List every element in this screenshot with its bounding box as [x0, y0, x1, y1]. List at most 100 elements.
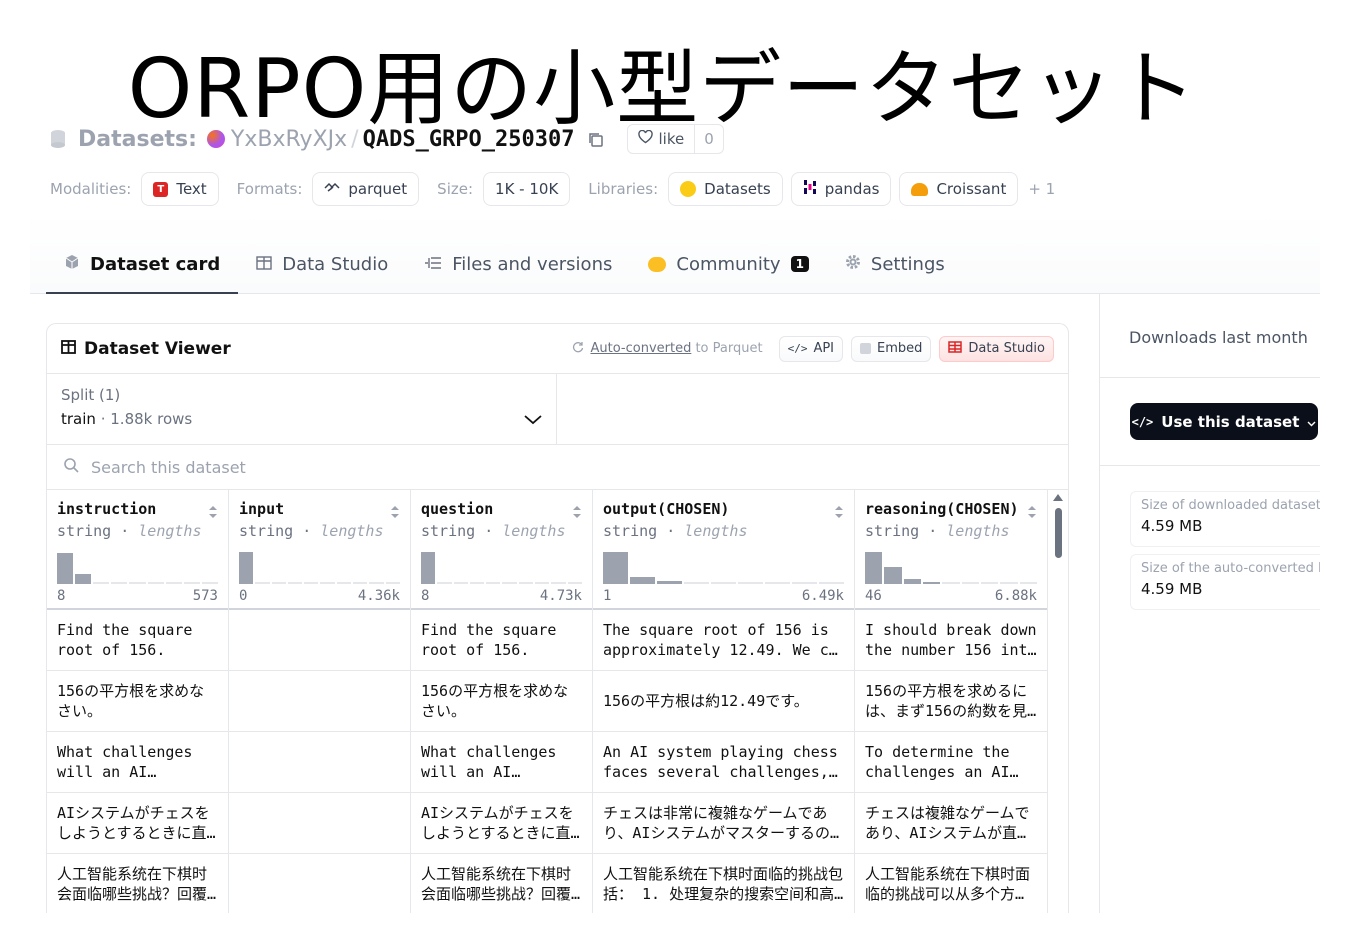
column-header[interactable]: output(CHOSEN) string · lengths 1 6.49k: [593, 490, 854, 610]
tab-data-studio[interactable]: Data Studio: [238, 235, 406, 293]
tag-library-pandas[interactable]: pandas: [790, 172, 892, 206]
length-histogram[interactable]: [865, 550, 1037, 584]
scroll-thumb[interactable]: [1055, 508, 1062, 558]
sort-icon[interactable]: [390, 504, 400, 523]
histogram-bar[interactable]: [684, 582, 709, 584]
more-libraries[interactable]: + 1: [1028, 180, 1055, 198]
scroll-up-arrow-icon[interactable]: [1053, 494, 1063, 501]
histogram-bar[interactable]: [1019, 582, 1037, 584]
sort-icon[interactable]: [834, 504, 844, 523]
histogram-bar[interactable]: [165, 582, 182, 584]
histogram-bar[interactable]: [486, 582, 501, 584]
column-header[interactable]: reasoning(CHOSEN) string · lengths 46 6.88k: [855, 490, 1047, 610]
table-cell[interactable]: AIシステムがチェスをしようとするときに直…: [411, 793, 592, 854]
table-cell[interactable]: 人工智能系统在下棋时面临的挑战包括： 1. 处理复杂的搜索空间和高…: [593, 854, 854, 913]
histogram-bar[interactable]: [765, 582, 790, 584]
column-header[interactable]: input string · lengths 0 4.36k: [229, 490, 410, 610]
table-cell[interactable]: 156の平方根は約12.49です。: [593, 671, 854, 732]
sort-icon[interactable]: [572, 504, 582, 523]
column-header[interactable]: question string · lengths 8 4.73k: [411, 490, 592, 610]
histogram-bar[interactable]: [535, 582, 550, 584]
length-histogram[interactable]: [421, 550, 582, 584]
table-cell[interactable]: 人工智能系统在下棋时会面临哪些挑战？回覆…: [47, 854, 228, 913]
table-cell[interactable]: What challenges will an AI system…: [47, 732, 228, 793]
histogram-bar[interactable]: [320, 582, 335, 584]
table-cell[interactable]: 人工智能系统在下棋时面临的挑战可以从多个方…: [855, 854, 1047, 913]
histogram-bar[interactable]: [255, 582, 270, 584]
histogram-bar[interactable]: [630, 577, 655, 584]
histogram-bar[interactable]: [129, 582, 146, 584]
table-cell[interactable]: [229, 671, 410, 732]
search-input[interactable]: Search this dataset: [91, 458, 246, 477]
histogram-bar[interactable]: [369, 582, 384, 584]
length-histogram[interactable]: [603, 550, 844, 584]
histogram-bar[interactable]: [518, 582, 534, 584]
histogram-bar[interactable]: [738, 582, 763, 584]
tab-files-and-versions[interactable]: Files and versions: [406, 235, 630, 293]
tab-settings[interactable]: Settings: [827, 235, 963, 293]
table-cell[interactable]: 156の平方根を求めるには、まず156の約数を見…: [855, 671, 1047, 732]
histogram-bar[interactable]: [980, 582, 999, 584]
histogram-bar[interactable]: [336, 582, 352, 584]
api-button[interactable]: </> API: [778, 335, 844, 362]
table-cell[interactable]: I should break down the number 156 int…: [855, 610, 1047, 671]
table-cell[interactable]: [229, 732, 410, 793]
table-cell[interactable]: What challenges will an AI system…: [411, 732, 592, 793]
histogram-bar[interactable]: [453, 582, 468, 584]
use-dataset-button[interactable]: </> Use this dataset: [1130, 403, 1318, 440]
sort-icon[interactable]: [208, 504, 218, 523]
histogram-bar[interactable]: [287, 582, 303, 584]
histogram-bar[interactable]: [93, 582, 110, 584]
table-cell[interactable]: 人工智能系统在下棋时会面临哪些挑战？回覆…: [411, 854, 592, 913]
tag-library-croissant[interactable]: Croissant: [899, 172, 1019, 206]
repo-name[interactable]: QADS_GRPO_250307: [363, 127, 575, 152]
histogram-bar[interactable]: [1000, 582, 1018, 584]
like-button[interactable]: like 0: [626, 124, 724, 154]
search-row[interactable]: Search this dataset: [47, 445, 1068, 490]
histogram-bar[interactable]: [502, 582, 517, 584]
histogram-bar[interactable]: [819, 582, 844, 584]
histogram-bar[interactable]: [421, 551, 436, 584]
table-cell[interactable]: チェスは非常に複雑なゲームであり、AIシステムがマスターするの…: [593, 793, 854, 854]
length-histogram[interactable]: [57, 550, 218, 584]
histogram-bar[interactable]: [942, 582, 960, 584]
length-histogram[interactable]: [239, 550, 400, 584]
histogram-bar[interactable]: [865, 551, 883, 584]
histogram-bar[interactable]: [711, 582, 736, 584]
histogram-bar[interactable]: [239, 551, 254, 584]
table-cell[interactable]: 156の平方根を求めなさい。: [411, 671, 592, 732]
histogram-bar[interactable]: [922, 581, 941, 584]
tag-format[interactable]: parquet: [312, 172, 420, 206]
histogram-bar[interactable]: [567, 582, 582, 584]
tag-library-datasets[interactable]: Datasets: [668, 172, 783, 206]
copy-icon[interactable]: [587, 130, 605, 148]
column-header[interactable]: instruction string · lengths 8 573: [47, 490, 228, 610]
tag-modality[interactable]: T Text: [141, 172, 219, 206]
vertical-scrollbar[interactable]: [1048, 490, 1068, 913]
histogram-bar[interactable]: [271, 582, 286, 584]
embed-button[interactable]: Embed: [851, 335, 932, 362]
split-selector[interactable]: Split (1) train · 1.88k rows: [47, 374, 557, 444]
table-cell[interactable]: [229, 610, 410, 671]
table-cell[interactable]: To determine the challenges an AI…: [855, 732, 1047, 793]
tag-size[interactable]: 1K - 10K: [483, 172, 571, 206]
histogram-bar[interactable]: [353, 582, 368, 584]
table-cell[interactable]: Find the square root of 156.: [47, 610, 228, 671]
owner-avatar[interactable]: [206, 130, 225, 148]
sort-icon[interactable]: [1027, 504, 1037, 523]
table-cell[interactable]: 156の平方根を求めなさい。: [47, 671, 228, 732]
owner-link[interactable]: YxBxRyXJx: [231, 127, 347, 152]
histogram-bar[interactable]: [657, 580, 682, 584]
data-studio-button[interactable]: Data Studio: [939, 335, 1054, 362]
histogram-bar[interactable]: [437, 582, 452, 584]
table-cell[interactable]: An AI system playing chess faces several…: [593, 732, 854, 793]
histogram-bar[interactable]: [903, 578, 921, 584]
table-cell[interactable]: [229, 854, 410, 913]
histogram-bar[interactable]: [75, 574, 92, 584]
histogram-bar[interactable]: [183, 582, 200, 584]
table-cell[interactable]: AIシステムがチェスをしようとするときに直…: [47, 793, 228, 854]
tab-dataset-card[interactable]: Dataset card: [46, 235, 239, 294]
histogram-bar[interactable]: [201, 582, 218, 584]
histogram-bar[interactable]: [792, 582, 817, 584]
auto-converted-note[interactable]: Auto-converted to Parquet: [572, 341, 763, 357]
